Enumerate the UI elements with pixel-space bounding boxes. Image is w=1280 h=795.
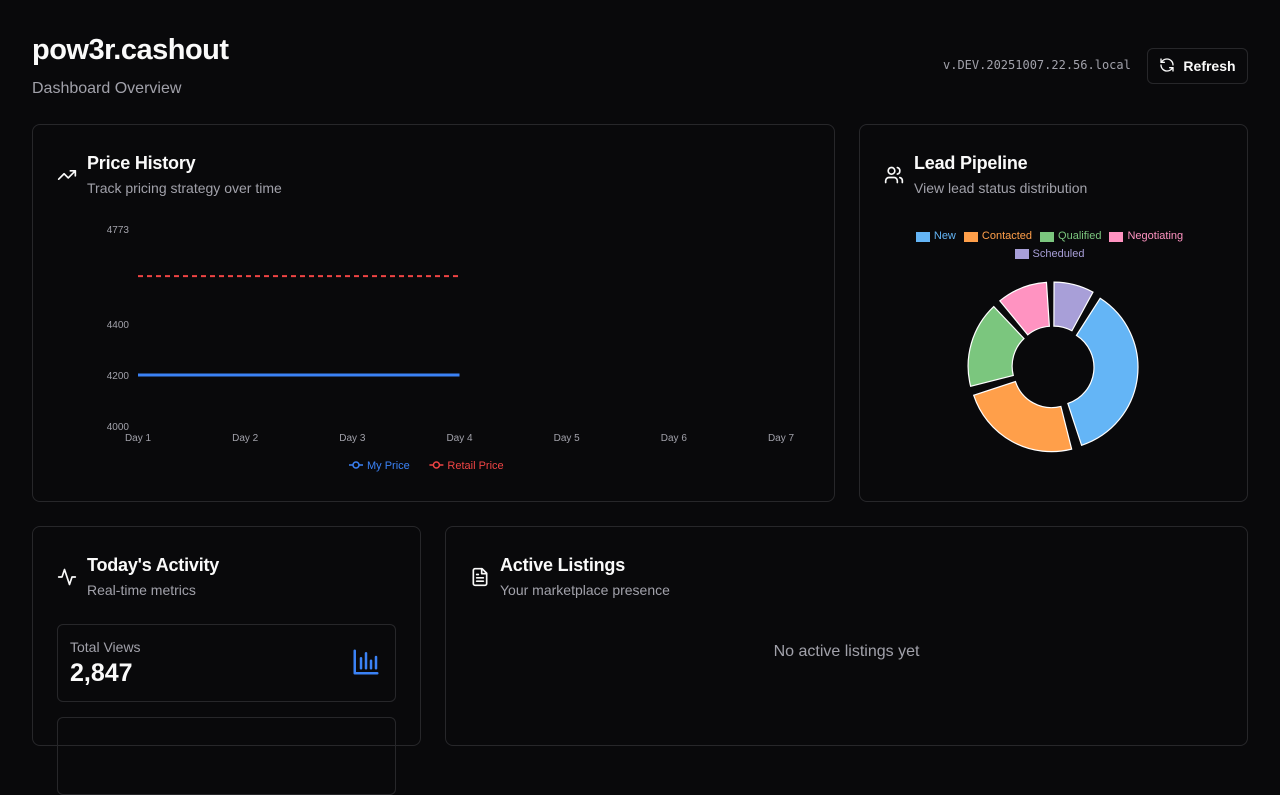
legend-label: Retail Price — [447, 460, 503, 472]
metric-next — [57, 717, 396, 795]
lead-pipeline-chart — [967, 281, 1139, 453]
page-header: pow3r.cashout Dashboard Overview — [32, 34, 229, 98]
card-description: Real-time metrics — [87, 582, 196, 598]
legend-marker — [432, 461, 441, 469]
pie-slice-contacted — [972, 380, 1073, 453]
y-tick-label: 4400 — [107, 320, 130, 331]
x-tick-label: Day 4 — [446, 433, 473, 444]
legend-label: My Price — [367, 460, 410, 472]
legend-marker — [352, 461, 360, 469]
x-tick-label: Day 5 — [554, 433, 581, 444]
file-text-icon — [470, 567, 490, 587]
lead-pipeline-card: Lead Pipeline View lead status distribut… — [859, 124, 1248, 502]
bar-chart-icon — [351, 647, 381, 682]
empty-state-message: No active listings yet — [773, 643, 920, 660]
metric-value: 2,847 — [70, 659, 133, 687]
refresh-button[interactable]: Refresh — [1147, 48, 1248, 84]
pie-slice-new — [1067, 297, 1139, 447]
active-listings-card: Active Listings Your marketplace presenc… — [445, 526, 1248, 746]
refresh-label: Refresh — [1183, 58, 1236, 74]
price-history-card: Price History Track pricing strategy ove… — [32, 124, 835, 502]
y-tick-label: 4000 — [107, 422, 130, 433]
card-title: Active Listings — [500, 555, 626, 575]
activity-icon — [57, 567, 77, 587]
metric-total-views: Total Views 2,847 — [57, 624, 396, 702]
x-tick-label: Day 7 — [768, 433, 795, 444]
x-tick-label: Day 3 — [339, 433, 366, 444]
x-tick-label: Day 1 — [125, 433, 152, 444]
price-history-chart: 4000 4200 4400 4773 Day 1 Day 2 Day 3 Day 4 Day … — [107, 225, 795, 472]
y-tick-label: 4773 — [107, 225, 130, 236]
todays-activity-card: Today's Activity Real-time metrics Total… — [32, 526, 421, 795]
refresh-icon — [1159, 57, 1175, 76]
version-label: v.DEV.20251007.22.56.local — [943, 58, 1131, 72]
metric-label: Total Views — [70, 639, 141, 655]
x-tick-label: Day 6 — [661, 433, 688, 444]
app-title: pow3r.cashout — [32, 34, 229, 66]
x-tick-label: Day 2 — [232, 433, 259, 444]
y-tick-label: 4200 — [107, 371, 130, 382]
page-subtitle: Dashboard Overview — [32, 80, 182, 97]
card-title: Today's Activity — [87, 555, 220, 575]
card-description: Your marketplace presence — [500, 582, 670, 598]
